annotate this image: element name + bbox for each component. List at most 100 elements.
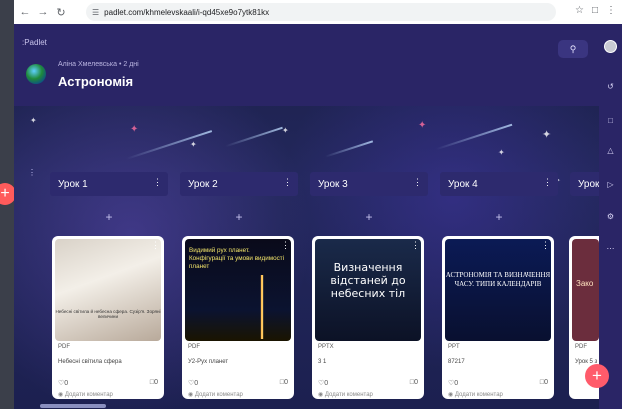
post-thumbnail[interactable]: Зако bbox=[572, 239, 599, 341]
thumbnail-text: АСТРОНОМІЯ ТА ВИЗНАЧЕННЯ ЧАСУ. ТИПИ КАЛЕ… bbox=[445, 271, 551, 288]
like-count: 0 bbox=[454, 380, 459, 387]
extensions-icon[interactable]: □ bbox=[592, 5, 598, 16]
like-count: 0 bbox=[64, 380, 69, 387]
drag-handle-icon[interactable]: ⋮ bbox=[28, 168, 38, 178]
post-thumbnail[interactable]: АСТРОНОМІЯ ТА ВИЗНАЧЕННЯ ЧАСУ. ТИПИ КАЛЕ… bbox=[445, 239, 551, 341]
share-icon[interactable]: □ bbox=[604, 114, 617, 127]
arrow-left-icon[interactable]: ← bbox=[18, 5, 32, 19]
star-icon: ✦ bbox=[542, 129, 552, 141]
author-line: Аліна Хмелевська • 2 дні bbox=[58, 61, 139, 68]
section-lesson-5[interactable]: Урок bbox=[570, 172, 599, 196]
add-comment-label: Додати коментар bbox=[454, 392, 503, 398]
add-post-button[interactable]: + bbox=[440, 208, 558, 226]
section-lesson-1[interactable]: Урок 1 ⋮ bbox=[50, 172, 168, 196]
like-button[interactable]: ♡0 bbox=[448, 379, 458, 387]
site-info-icon[interactable]: ☰ bbox=[92, 8, 99, 17]
more-icon[interactable]: ⋯ bbox=[604, 242, 617, 255]
search-button[interactable]: ⚲ bbox=[558, 40, 588, 58]
gear-icon[interactable]: ⚙ bbox=[604, 210, 617, 223]
like-count: 0 bbox=[194, 380, 199, 387]
post-card[interactable]: Небесні світила й небесна сфера. Сузір'я… bbox=[52, 236, 164, 399]
like-button[interactable]: ♡0 bbox=[318, 379, 328, 387]
section-title: Урок 3 bbox=[318, 178, 348, 190]
add-post-button[interactable]: + bbox=[50, 208, 168, 226]
like-button[interactable]: ♡0 bbox=[58, 379, 68, 387]
address-bar[interactable]: ☰ padlet.com/khmelevskaali/i-qd45xe9o7yt… bbox=[86, 3, 556, 21]
add-comment-link[interactable]: ◉ Додати коментар bbox=[318, 391, 373, 398]
star-icon: ✦ bbox=[30, 116, 37, 125]
post-caption: 87217 bbox=[448, 359, 465, 365]
bookmark-star-icon[interactable]: ☆ bbox=[575, 5, 584, 16]
post-card[interactable]: Визначення відстаней до небесних тіл ⋮ P… bbox=[312, 236, 424, 399]
add-post-button[interactable]: + bbox=[180, 208, 298, 226]
add-comment-link[interactable]: ◉ Додати коментар bbox=[448, 391, 503, 398]
section-lesson-3[interactable]: Урок 3 ⋮ bbox=[310, 172, 428, 196]
post-menu-icon[interactable]: ⋮ bbox=[151, 240, 160, 251]
section-menu-icon[interactable]: ⋮ bbox=[283, 177, 292, 188]
board-icon bbox=[26, 64, 46, 84]
comment-count: 0 bbox=[544, 379, 548, 386]
like-button[interactable]: ♡0 bbox=[188, 379, 198, 387]
left-window-peek: + bbox=[0, 0, 16, 409]
arrow-right-icon[interactable]: → bbox=[36, 5, 50, 19]
add-comment-label: Додати коментар bbox=[194, 392, 243, 398]
file-type-badge: PPT bbox=[448, 344, 460, 350]
menu-dots-icon[interactable]: ⋮ bbox=[606, 5, 616, 16]
post-card[interactable]: АСТРОНОМІЯ ТА ВИЗНАЧЕННЯ ЧАСУ. ТИПИ КАЛЕ… bbox=[442, 236, 554, 399]
comet-decoration bbox=[435, 123, 513, 151]
horizontal-scrollbar[interactable] bbox=[40, 404, 106, 408]
add-comment-label: Додати коментар bbox=[64, 392, 113, 398]
section-lesson-2[interactable]: Урок 2 ⋮ bbox=[180, 172, 298, 196]
post-thumbnail[interactable]: Визначення відстаней до небесних тіл bbox=[315, 239, 421, 341]
comment-count: 0 bbox=[414, 379, 418, 386]
search-icon: ⚲ bbox=[569, 43, 577, 54]
comet-decoration bbox=[225, 126, 283, 148]
padlet-logo[interactable]: :Padlet bbox=[22, 38, 47, 47]
thumbnail-text: Небесні світила й небесна сфера. Сузір'я… bbox=[55, 309, 161, 319]
page-title: Астрономія bbox=[58, 74, 134, 89]
section-menu-icon[interactable]: ⋮ bbox=[153, 177, 162, 188]
star-icon: ✦ bbox=[418, 120, 427, 131]
comment-button[interactable]: □0 bbox=[150, 379, 158, 386]
bell-icon[interactable]: △ bbox=[604, 144, 617, 157]
section-title: Урок 1 bbox=[58, 178, 88, 190]
post-thumbnail[interactable]: Видимий рух планет. Конфігурації та умов… bbox=[185, 239, 291, 341]
star-icon: ✦ bbox=[190, 140, 197, 149]
post-card[interactable]: Видимий рух планет. Конфігурації та умов… bbox=[182, 236, 294, 399]
thumbnail-text: Визначення відстаней до небесних тіл bbox=[330, 261, 406, 300]
star-icon: ✦ bbox=[498, 148, 505, 157]
slideshow-icon[interactable]: ▷ bbox=[604, 178, 617, 191]
section-title: Урок 2 bbox=[188, 178, 218, 190]
comment-count: 0 bbox=[154, 379, 158, 386]
add-comment-label: Додати коментар bbox=[324, 392, 373, 398]
section-menu-icon[interactable]: ⋮ bbox=[543, 177, 552, 188]
comment-button[interactable]: □0 bbox=[410, 379, 418, 386]
post-menu-icon[interactable]: ⋮ bbox=[281, 240, 290, 251]
comment-button[interactable]: □0 bbox=[280, 379, 288, 386]
post-caption: 3 1 bbox=[318, 359, 327, 365]
padlet-board: :Padlet ⚲ Аліна Хмелевська • 2 дні Астро… bbox=[14, 24, 599, 409]
star-icon: ✦ bbox=[282, 126, 289, 135]
post-caption: Небесні світила сфера bbox=[58, 359, 122, 365]
post-menu-icon[interactable]: ⋮ bbox=[411, 240, 420, 251]
avatar[interactable] bbox=[604, 40, 617, 53]
section-menu-icon[interactable]: ⋮ bbox=[413, 177, 422, 188]
add-post-button[interactable]: + bbox=[310, 208, 428, 226]
remake-icon[interactable]: ↺ bbox=[604, 80, 617, 93]
section-title: Урок 4 bbox=[448, 178, 478, 190]
thumbnail-text: Зако bbox=[576, 279, 594, 288]
comment-button[interactable]: □0 bbox=[540, 379, 548, 386]
post-menu-icon[interactable]: ⋮ bbox=[541, 240, 550, 251]
add-comment-link[interactable]: ◉ Додати коментар bbox=[188, 391, 243, 398]
comment-count: 0 bbox=[284, 379, 288, 386]
reload-icon[interactable]: ↻ bbox=[54, 5, 68, 19]
board-header: :Padlet ⚲ Аліна Хмелевська • 2 дні Астро… bbox=[14, 24, 599, 106]
post-thumbnail[interactable]: Небесні світила й небесна сфера. Сузір'я… bbox=[55, 239, 161, 341]
add-comment-link[interactable]: ◉ Додати коментар bbox=[58, 391, 113, 398]
section-lesson-4[interactable]: Урок 4 ⋮ bbox=[440, 172, 558, 196]
comet-decoration bbox=[125, 130, 213, 160]
add-post-fab[interactable]: + bbox=[585, 364, 609, 388]
file-type-badge: PPTX bbox=[318, 344, 334, 350]
post-caption: У2-Рух планет bbox=[188, 359, 229, 365]
file-type-badge: PDF bbox=[188, 344, 200, 350]
